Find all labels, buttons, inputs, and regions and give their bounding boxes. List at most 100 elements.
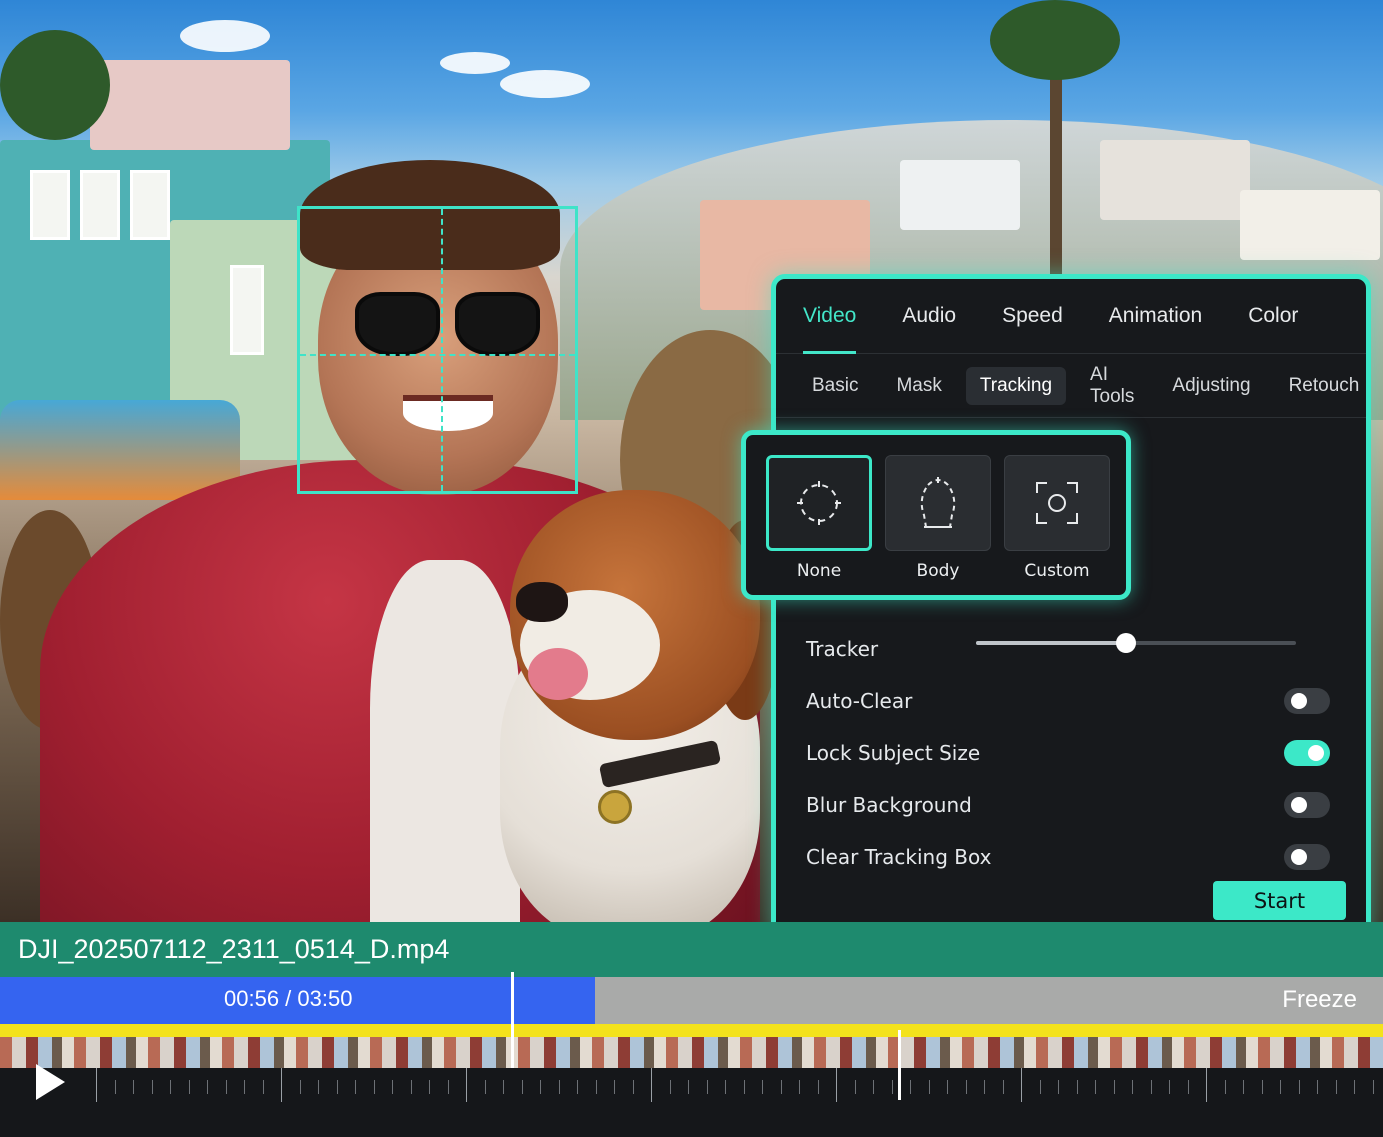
ruler-tick <box>799 1080 800 1094</box>
ruler-tick <box>873 1080 874 1094</box>
ruler-tick <box>670 1080 671 1094</box>
tab-speed[interactable]: Speed <box>1002 279 1063 354</box>
ruler-tick <box>1336 1080 1337 1094</box>
ruler-tick <box>503 1080 504 1094</box>
subtab-ai-tools[interactable]: AI Tools <box>1076 356 1148 416</box>
lock-subject-size-toggle[interactable] <box>1284 740 1330 766</box>
mode-none-label: None <box>796 561 842 581</box>
dog-tongue <box>528 648 588 700</box>
ruler-tick <box>559 1080 560 1094</box>
corner-frame-icon <box>1036 482 1078 524</box>
ruler-tick <box>707 1080 708 1094</box>
subtab-mask[interactable]: Mask <box>882 367 955 405</box>
ruler-tick <box>1206 1068 1207 1102</box>
cloud <box>180 20 270 52</box>
ruler-tick <box>781 1080 782 1094</box>
mode-body[interactable]: Body <box>885 455 991 581</box>
tracking-guide-vertical <box>441 209 443 491</box>
toggle-knob <box>1308 745 1324 761</box>
ruler-tick <box>1317 1080 1318 1094</box>
playhead[interactable] <box>511 972 514 1068</box>
ruler-tick <box>133 1080 134 1094</box>
ruler-tick <box>318 1080 319 1094</box>
body-outline-icon <box>920 477 956 528</box>
ruler-tick <box>1243 1080 1244 1094</box>
ruler-tick <box>910 1080 911 1094</box>
ruler-tick <box>189 1080 190 1094</box>
ruler-tick <box>392 1080 393 1094</box>
secondary-playhead <box>898 1030 901 1100</box>
ruler-tick <box>226 1080 227 1094</box>
ruler-tick <box>263 1080 264 1094</box>
ruler-tick <box>1058 1080 1059 1094</box>
ruler-tick <box>929 1080 930 1094</box>
subtab-basic[interactable]: Basic <box>798 367 872 405</box>
ruler-tick <box>577 1080 578 1094</box>
pink-house <box>90 60 290 150</box>
ruler-tick <box>337 1080 338 1094</box>
ruler-tick <box>1151 1080 1152 1094</box>
ruler-tick <box>96 1068 97 1102</box>
auto-clear-label: Auto-Clear <box>806 689 913 713</box>
blur-background-toggle[interactable] <box>1284 792 1330 818</box>
tab-audio[interactable]: Audio <box>902 279 956 354</box>
ruler-tick <box>1021 1068 1022 1102</box>
palm-leaves <box>990 0 1120 80</box>
ruler-tick <box>522 1080 523 1094</box>
toggle-row-lock-subject-size: Lock Subject Size <box>806 733 1330 773</box>
time-ruler[interactable] <box>0 1068 1383 1137</box>
window <box>30 170 70 240</box>
ruler-tick <box>1280 1080 1281 1094</box>
tab-color[interactable]: Color <box>1248 279 1298 354</box>
tracking-guide-horizontal <box>300 354 575 356</box>
house <box>900 160 1020 230</box>
clear-tracking-box-label: Clear Tracking Box <box>806 845 992 869</box>
tab-animation[interactable]: Animation <box>1109 279 1202 354</box>
subtab-retouch[interactable]: Retouch <box>1275 367 1374 405</box>
toggle-knob <box>1291 849 1307 865</box>
mode-custom-label: Custom <box>1024 561 1090 581</box>
play-icon[interactable] <box>36 1064 65 1100</box>
house <box>1240 190 1380 260</box>
lock-subject-size-label: Lock Subject Size <box>806 741 981 765</box>
tracking-mode-group: None Body Custom <box>741 430 1131 600</box>
ruler-tick <box>892 1080 893 1094</box>
freeze-label[interactable]: Freeze <box>1282 986 1357 1014</box>
ruler-tick <box>1354 1080 1355 1094</box>
tab-video[interactable]: Video <box>803 279 857 354</box>
ruler-tick <box>1188 1080 1189 1094</box>
blur-background-label: Blur Background <box>806 793 972 817</box>
ruler-tick <box>374 1080 375 1094</box>
subtab-adjusting[interactable]: Adjusting <box>1158 367 1264 405</box>
clip-track[interactable]: 00:56 / 03:50 Freeze <box>0 977 1383 1024</box>
clip-filename-bar: DJI_202507112_2311_0514_D.mp4 <box>0 922 1383 977</box>
ruler-tick <box>1132 1080 1133 1094</box>
toggle-knob <box>1291 693 1307 709</box>
window <box>130 170 170 240</box>
ruler-tick <box>540 1080 541 1094</box>
tracker-slider[interactable] <box>976 633 1296 653</box>
ruler-tick <box>300 1080 301 1094</box>
mode-custom[interactable]: Custom <box>1004 455 1110 581</box>
thumbnail-strip[interactable] <box>0 1037 1383 1068</box>
man-tshirt <box>370 560 520 922</box>
ruler-tick <box>1225 1080 1226 1094</box>
mode-none[interactable]: None <box>766 455 872 581</box>
timecode: 00:56 / 03:50 <box>224 986 353 1011</box>
ruler-tick <box>1169 1080 1170 1094</box>
ruler-tick <box>411 1080 412 1094</box>
subtab-tracking[interactable]: Tracking <box>965 366 1067 405</box>
face-tracking-box[interactable] <box>297 206 578 494</box>
clear-tracking-box-toggle[interactable] <box>1284 844 1330 870</box>
ruler-tick <box>466 1068 467 1102</box>
toggle-knob <box>1291 797 1307 813</box>
auto-clear-toggle[interactable] <box>1284 688 1330 714</box>
window <box>230 265 264 355</box>
ruler-tick <box>355 1080 356 1094</box>
start-button[interactable]: Start <box>1213 881 1346 920</box>
ruler-tick <box>744 1080 745 1094</box>
ruler-tick <box>614 1080 615 1094</box>
ruler-tick <box>596 1080 597 1094</box>
tracker-label: Tracker <box>806 637 879 661</box>
main-tabs: Video Audio Speed Animation Color <box>776 279 1366 354</box>
